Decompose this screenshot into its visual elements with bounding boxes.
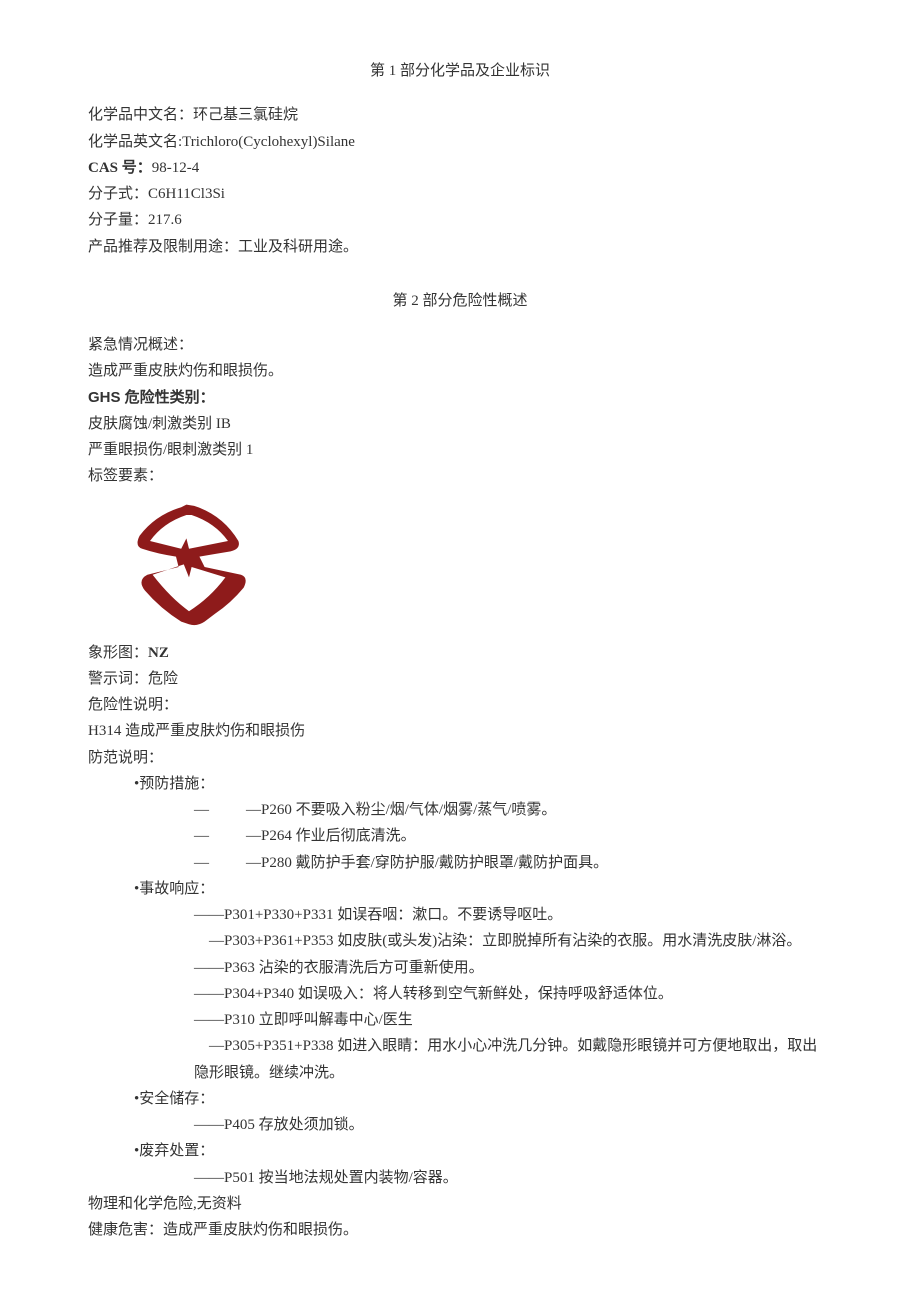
ghs-item-1: 皮肤腐蚀/刺激类别 IB xyxy=(88,411,832,437)
precaution-item: ——P301+P330+P331 如误吞咽：漱口。不要诱导呕吐。 xyxy=(88,902,832,928)
precaution-group-header: •预防措施： xyxy=(88,771,832,797)
precaution-container: •预防措施：——P260 不要吸入粉尘/烟/气体/烟雾/蒸气/喷雾。——P264… xyxy=(88,771,832,1191)
sds-document: 第 1 部分化学品及企业标识 化学品中文名：环己基三氯硅烷 化学品英文名:Tri… xyxy=(88,58,832,1243)
label-chinese-name: 化学品中文名： xyxy=(88,107,193,123)
emergency-text: 造成严重皮肤灼伤和眼损伤。 xyxy=(88,358,832,384)
health-value: 造成严重皮肤灼伤和眼损伤。 xyxy=(163,1222,358,1238)
precaution-item: ——P363 沾染的衣服清洗后方可重新使用。 xyxy=(88,955,832,981)
field-use: 产品推荐及限制用途：工业及科研用途。 xyxy=(88,234,832,260)
precaution-item: ——P310 立即呼叫解毒中心/医生 xyxy=(88,1007,832,1033)
label-use: 产品推荐及限制用途： xyxy=(88,239,238,255)
value-english-name: Trichloro(Cyclohexyl)Silane xyxy=(182,134,355,150)
section-1-title: 第 1 部分化学品及企业标识 xyxy=(88,58,832,84)
label-elements: 标签要素： xyxy=(88,463,832,489)
health-label: 健康危害： xyxy=(88,1222,163,1238)
field-cas: CAS 号：98-12-4 xyxy=(88,155,832,181)
health-line: 健康危害：造成严重皮肤灼伤和眼损伤。 xyxy=(88,1217,832,1243)
precaution-group-header: •安全储存： xyxy=(88,1086,832,1112)
ghs-item-2: 严重眼损伤/眼刺激类别 1 xyxy=(88,437,832,463)
emergency-label: 紧急情况概述： xyxy=(88,332,832,358)
precaution-label: 防范说明： xyxy=(88,745,832,771)
label-cas: CAS 号： xyxy=(88,160,152,176)
hazard-statement-1: H314 造成严重皮肤灼伤和眼损伤 xyxy=(88,718,832,744)
corrosion-icon xyxy=(124,502,254,632)
signal-line: 警示词：危险 xyxy=(88,666,832,692)
pictogram-line: 象形图：NZ xyxy=(88,640,832,666)
signal-value: 危险 xyxy=(148,671,178,687)
precaution-item: ——P405 存放处须加锁。 xyxy=(88,1112,832,1138)
precaution-text: —P280 戴防护手套/穿防护服/戴防护眼罩/戴防护面具。 xyxy=(246,855,608,871)
label-mw: 分子量： xyxy=(88,212,148,228)
dash-icon: — xyxy=(194,823,246,849)
precaution-item: —P303+P361+P353 如皮肤(或头发)沾染：立即脱掉所有沾染的衣服。用… xyxy=(88,928,832,954)
pictogram-container xyxy=(124,502,832,632)
label-formula: 分子式： xyxy=(88,186,148,202)
precaution-item: ——P280 戴防护手套/穿防护服/戴防护眼罩/戴防护面具。 xyxy=(88,850,832,876)
pictogram-label: 象形图： xyxy=(88,645,148,661)
precaution-item: ——P264 作业后彻底清洗。 xyxy=(88,823,832,849)
dash-icon: — xyxy=(194,797,246,823)
value-cas: 98-12-4 xyxy=(152,160,200,176)
hazard-label: 危险性说明： xyxy=(88,692,832,718)
value-mw: 217.6 xyxy=(148,212,182,228)
precaution-item: ——P304+P340 如误吸入：将人转移到空气新鲜处，保持呼吸舒适体位。 xyxy=(88,981,832,1007)
precaution-item: —P305+P351+P338 如进入眼睛：用水小心冲洗几分钟。如戴隐形眼镜并可… xyxy=(88,1033,832,1086)
signal-label: 警示词： xyxy=(88,671,148,687)
dash-icon: — xyxy=(194,850,246,876)
precaution-group-header: •废弃处置： xyxy=(88,1138,832,1164)
precaution-text: —P264 作业后彻底清洗。 xyxy=(246,828,416,844)
field-formula: 分子式：C6H11Cl3Si xyxy=(88,181,832,207)
precaution-text: —P260 不要吸入粉尘/烟/气体/烟雾/蒸气/喷雾。 xyxy=(246,802,556,818)
precaution-item: ——P260 不要吸入粉尘/烟/气体/烟雾/蒸气/喷雾。 xyxy=(88,797,832,823)
value-chinese-name: 环己基三氯硅烷 xyxy=(193,107,298,123)
value-use: 工业及科研用途。 xyxy=(238,239,358,255)
ghs-label: GHS 危险性类别： xyxy=(88,385,832,411)
phys-chem-line: 物理和化学危险,无资料 xyxy=(88,1191,832,1217)
pictogram-value: NZ xyxy=(148,645,169,661)
value-formula: C6H11Cl3Si xyxy=(148,186,225,202)
section-2-title: 第 2 部分危险性概述 xyxy=(88,288,832,314)
label-english-name: 化学品英文名: xyxy=(88,134,182,150)
field-chinese-name: 化学品中文名：环己基三氯硅烷 xyxy=(88,102,832,128)
precaution-item: ——P501 按当地法规处置内装物/容器。 xyxy=(88,1165,832,1191)
field-english-name: 化学品英文名:Trichloro(Cyclohexyl)Silane xyxy=(88,129,832,155)
field-mw: 分子量：217.6 xyxy=(88,207,832,233)
precaution-group-header: •事故响应： xyxy=(88,876,832,902)
